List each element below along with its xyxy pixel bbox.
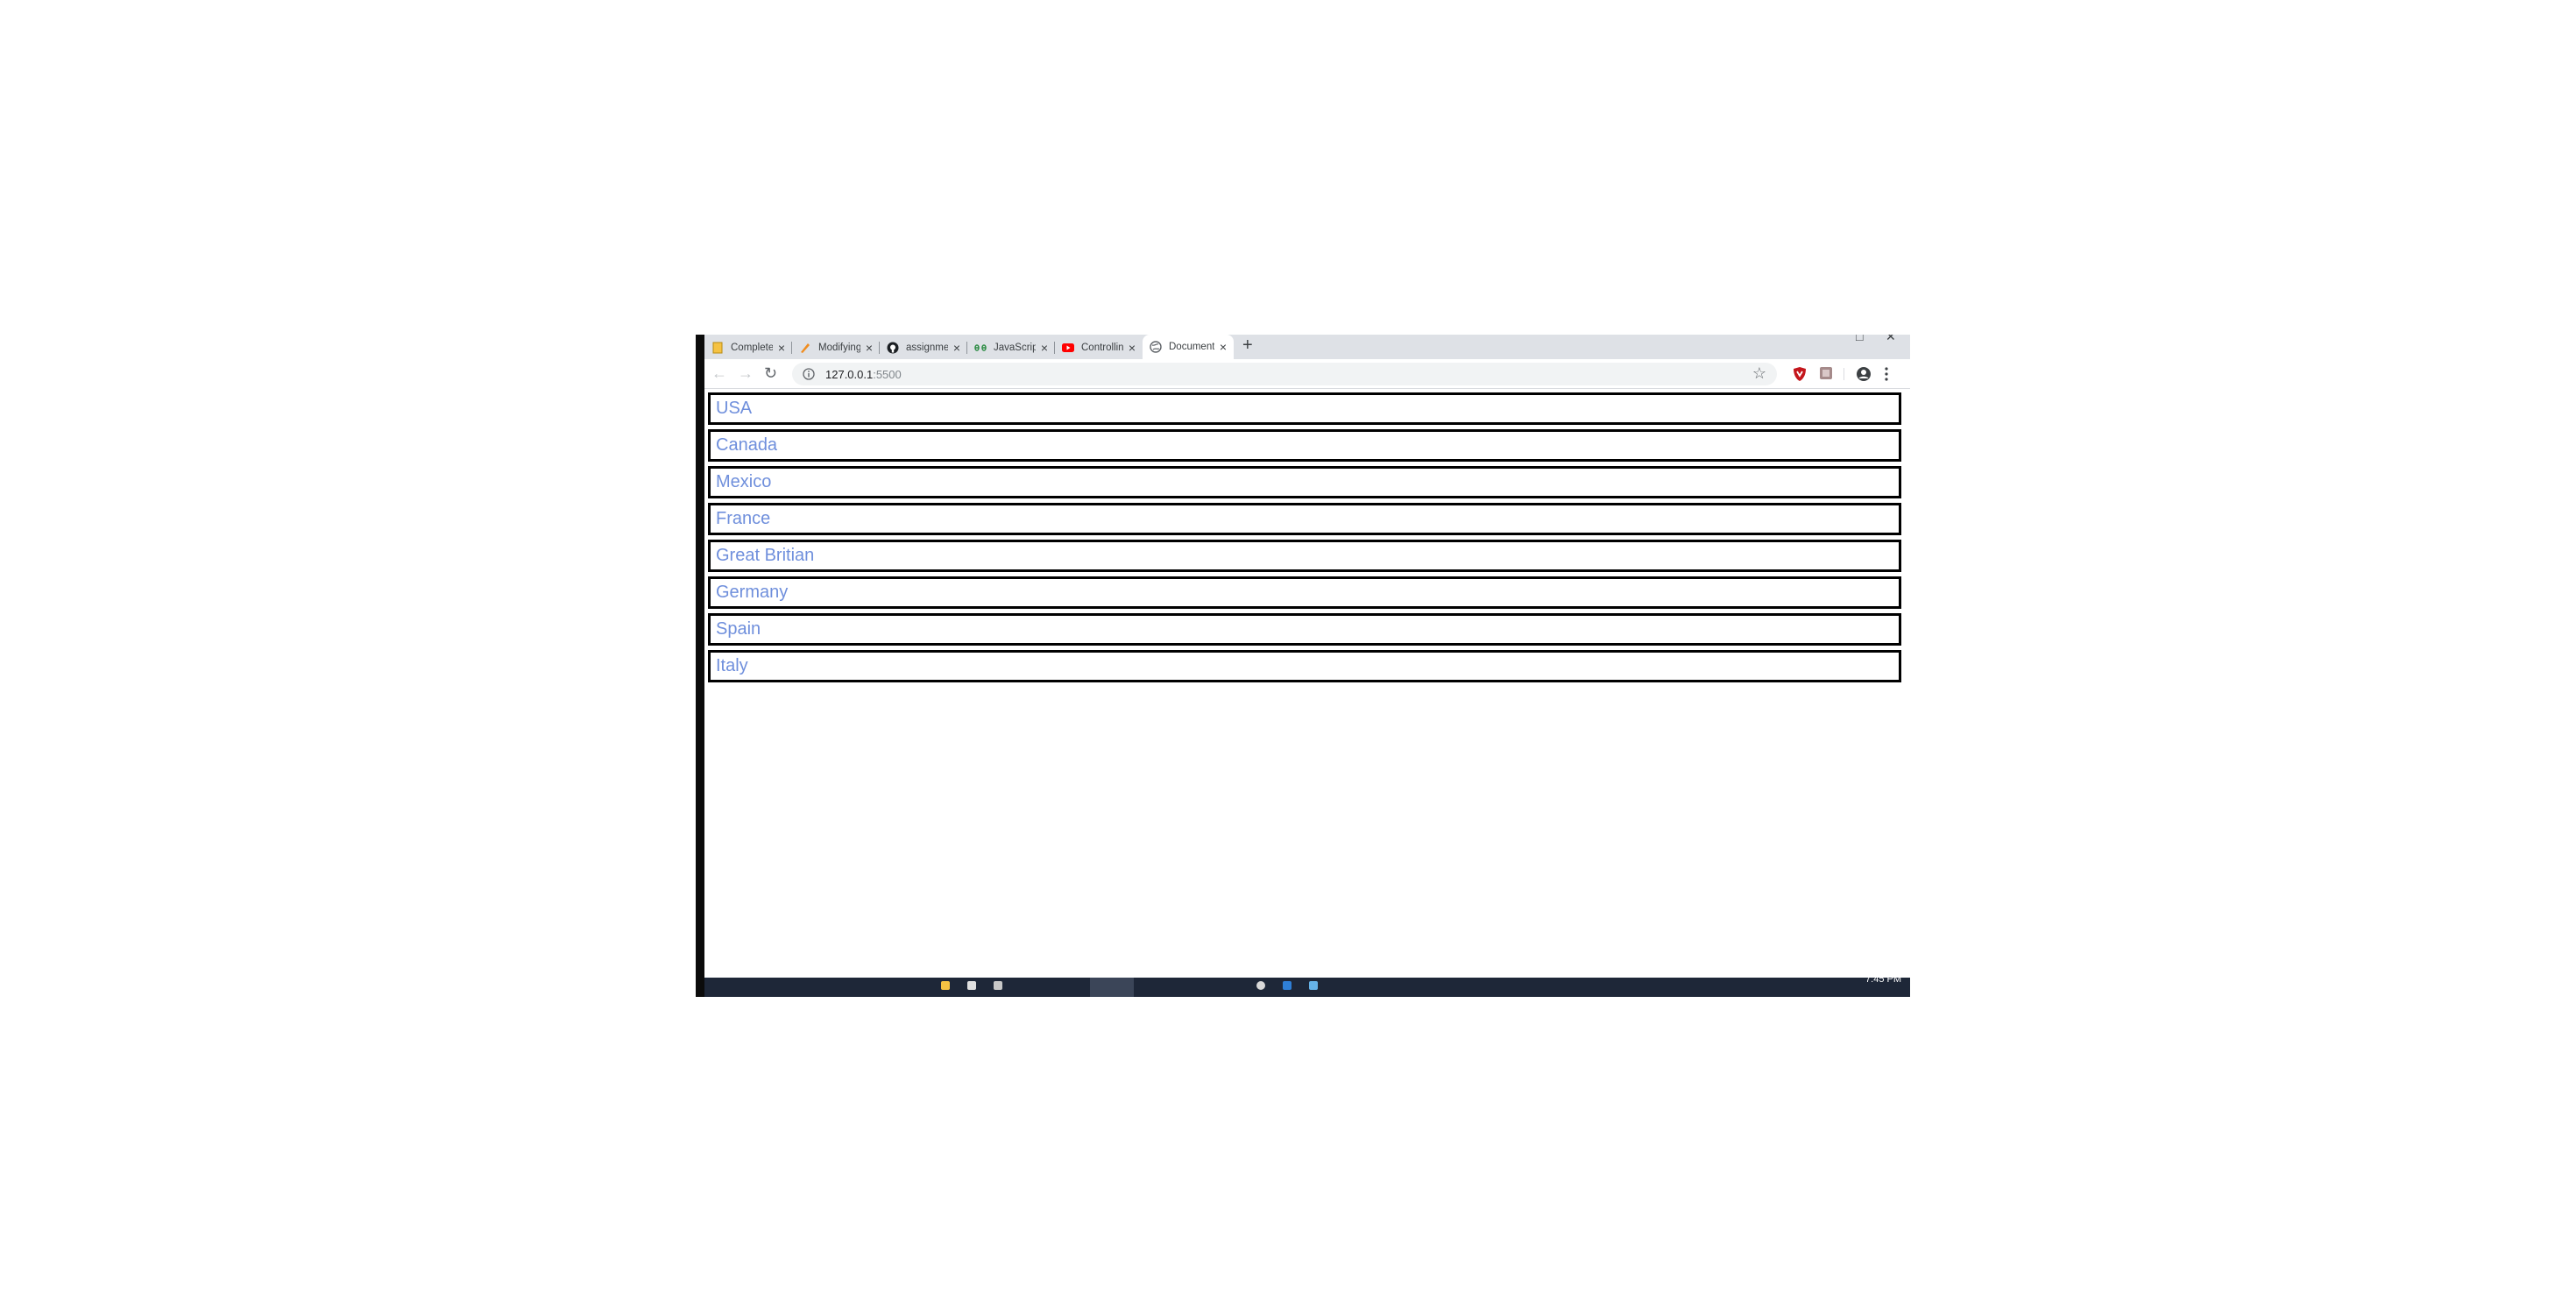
close-tab-icon[interactable]: × <box>866 341 873 355</box>
close-tab-icon[interactable]: × <box>1041 341 1048 355</box>
globe-icon <box>1150 341 1162 353</box>
browser-menu-icon[interactable] <box>1884 366 1889 386</box>
tab-title: Modifying Styles - class <box>818 343 860 353</box>
country-item: Italy <box>708 650 1901 682</box>
close-window-icon[interactable]: ✕ <box>1886 335 1896 344</box>
tab-title: Document <box>1169 342 1214 352</box>
maximize-icon[interactable]: □ <box>1856 335 1863 343</box>
country-item: Spain <box>708 613 1901 646</box>
close-tab-icon[interactable]: × <box>778 341 785 355</box>
tab-title: Controlling a CSS Class <box>1081 343 1123 353</box>
site-info-icon[interactable] <box>801 366 817 382</box>
tab-strip: Complete the Pause and × Modifying Style… <box>704 335 1910 359</box>
new-tab-button[interactable]: + <box>1242 336 1253 356</box>
tab-modifying-styles[interactable]: Modifying Styles - class × <box>792 336 880 359</box>
taskbar-vscode-icon[interactable] <box>1283 981 1292 990</box>
browser-window: Complete the Pause and × Modifying Style… <box>696 335 1910 997</box>
tab-title: JavaScript | Adding a cla <box>994 343 1036 353</box>
country-item: France <box>708 503 1901 535</box>
geeksforgeeks-icon <box>974 342 987 354</box>
ublock-shield-icon[interactable] <box>1793 366 1807 386</box>
address-bar[interactable]: 127.0.0.1:5500 ☆ <box>792 363 1777 385</box>
reload-icon[interactable]: ↻ <box>764 364 777 383</box>
extension-icon[interactable] <box>1819 366 1833 385</box>
close-tab-icon[interactable]: × <box>1220 340 1227 354</box>
bookmark-star-icon[interactable]: ☆ <box>1752 364 1766 383</box>
window-left-edge <box>696 335 704 997</box>
country-item: Germany <box>708 576 1901 609</box>
page-content: USA Canada Mexico France Great Britian G… <box>704 389 1910 974</box>
github-icon <box>887 342 899 354</box>
youtube-icon <box>1062 342 1074 354</box>
url-port: :5500 <box>873 367 902 381</box>
tab-title: assignments/visualList.js <box>906 343 948 353</box>
taskbar-clock: 7:45 PM <box>1865 978 1901 985</box>
taskbar-app-icon[interactable] <box>1309 981 1318 990</box>
taskbar-app-icon[interactable] <box>967 981 976 990</box>
document-icon <box>711 342 724 354</box>
country-item: Great Britian <box>708 540 1901 572</box>
taskbar: 7:45 PM <box>704 978 1910 997</box>
tab-javascript-adding-class[interactable]: JavaScript | Adding a cla × <box>967 336 1055 359</box>
forward-icon[interactable]: → <box>738 364 754 383</box>
tab-complete-the-pause[interactable]: Complete the Pause and × <box>704 336 792 359</box>
country-item: Canada <box>708 429 1901 462</box>
country-item: Mexico <box>708 466 1901 498</box>
pencil-icon <box>799 342 811 354</box>
taskbar-active-app[interactable] <box>1090 978 1134 997</box>
tab-controlling-css-class[interactable]: Controlling a CSS Class × <box>1055 336 1143 359</box>
close-tab-icon[interactable]: × <box>1129 341 1136 355</box>
tab-title: Complete the Pause and <box>731 343 773 353</box>
tab-assignments-visuallist[interactable]: assignments/visualList.js × <box>880 336 967 359</box>
taskbar-chrome-icon[interactable] <box>1256 981 1265 990</box>
browser-toolbar: ← → ↻ 127.0.0.1:5500 ☆ <box>704 359 1910 389</box>
tab-document[interactable]: Document × <box>1143 335 1234 359</box>
close-tab-icon[interactable]: × <box>953 341 960 355</box>
country-item: USA <box>708 392 1901 425</box>
url-text[interactable]: 127.0.0.1:5500 <box>825 368 902 381</box>
taskbar-folder-icon[interactable] <box>941 981 950 990</box>
url-host: 127.0.0.1 <box>825 367 874 381</box>
profile-avatar-icon[interactable] <box>1856 366 1872 386</box>
taskbar-app-icon[interactable] <box>994 981 1002 990</box>
back-icon[interactable]: ← <box>711 364 727 383</box>
